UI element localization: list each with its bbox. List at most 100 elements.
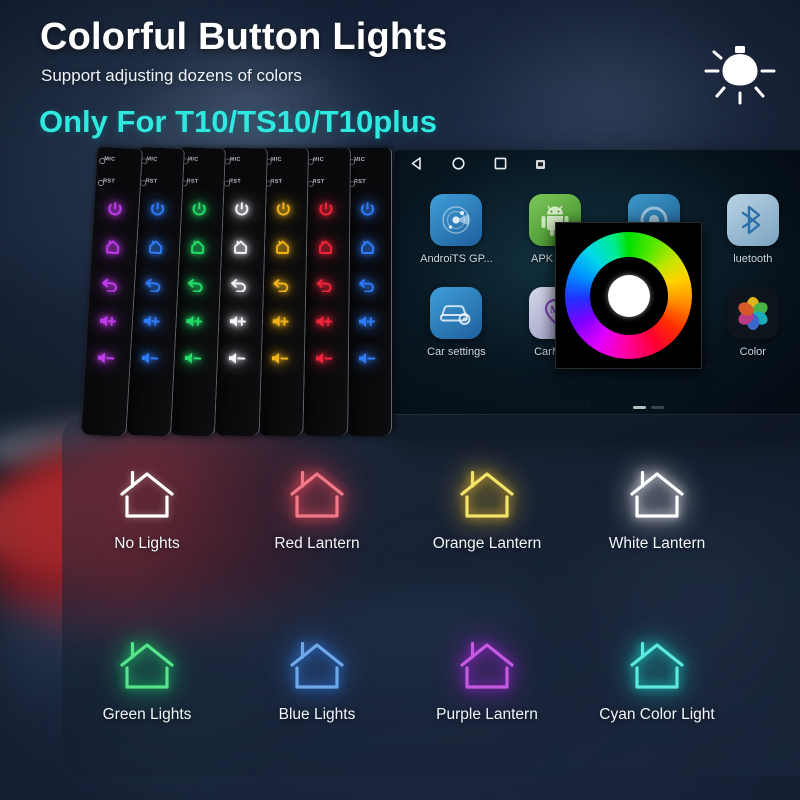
mic-label: MIC <box>104 156 116 163</box>
house-lantern-icon <box>627 460 687 522</box>
lantern-label: Orange Lantern <box>432 535 542 552</box>
app-label: luetooth <box>733 253 773 265</box>
lantern-row-1: No Lights Red Lantern Orange Lantern White … <box>62 460 742 553</box>
lantern-label: No Lights <box>114 535 180 552</box>
lantern-option[interactable]: Cyan Color Light <box>572 631 742 724</box>
light-bulb-icon <box>700 38 780 112</box>
reset-label: RST <box>144 178 157 185</box>
app-label: Color <box>739 346 766 358</box>
color-wheel-ring[interactable] <box>565 232 692 359</box>
reset-label: RST <box>270 178 283 185</box>
bluetooth-icon <box>726 194 779 246</box>
house-lantern-icon <box>287 631 347 693</box>
volume-down-icon[interactable] <box>356 347 378 369</box>
lantern-option[interactable]: Purple Lantern <box>402 631 572 724</box>
app-tile[interactable]: Car settings <box>407 287 506 358</box>
android-head-unit-screen: AndroiTS GP... APK luetooth Car settings… <box>395 150 800 440</box>
reset-label: RST <box>186 178 199 185</box>
screenshot-icon[interactable] <box>535 157 546 175</box>
power-icon[interactable] <box>272 198 294 220</box>
recents-square-icon[interactable] <box>493 156 508 176</box>
home-icon[interactable] <box>271 236 293 258</box>
color-flower-icon <box>726 287 779 339</box>
home-icon[interactable] <box>186 235 209 258</box>
volume-down-icon[interactable] <box>312 347 334 369</box>
house-lantern-icon <box>457 631 517 693</box>
android-status-bar <box>395 150 800 182</box>
home-icon[interactable] <box>101 235 124 258</box>
back-icon[interactable] <box>184 272 207 295</box>
model-compatibility-text: Only For T10/TS10/T10plus <box>39 104 437 139</box>
volume-up-icon[interactable] <box>226 310 249 333</box>
house-lantern-icon <box>117 631 177 693</box>
volume-down-icon[interactable] <box>138 346 161 369</box>
home-icon[interactable] <box>313 236 335 258</box>
volume-down-icon[interactable] <box>94 346 117 369</box>
button-bezel-blue-6[interactable]: MIC RST <box>346 148 392 436</box>
reset-label: RST <box>312 178 325 185</box>
back-icon[interactable] <box>356 273 378 295</box>
mic-label: MIC <box>312 156 324 163</box>
lantern-row-2: Green Lights Blue Lights Purple Lantern Cya… <box>62 631 742 724</box>
head-unit-assembly: AndroiTS GP... APK luetooth Car settings… <box>80 146 800 448</box>
volume-down-icon[interactable] <box>182 346 205 369</box>
lantern-label: White Lantern <box>608 535 706 552</box>
home-icon[interactable] <box>356 236 378 258</box>
lantern-option[interactable]: Red Lantern <box>232 460 402 553</box>
gps-radar-icon <box>430 194 483 246</box>
house-lantern-icon <box>117 460 177 522</box>
power-icon[interactable] <box>187 197 210 220</box>
home-icon[interactable] <box>143 235 166 258</box>
back-icon[interactable] <box>313 273 335 295</box>
app-tile[interactable]: luetooth <box>703 194 800 265</box>
page-indicator <box>395 406 800 409</box>
product-promo-image: Colorful Button Lights Support adjusting… <box>0 0 800 800</box>
volume-up-icon[interactable] <box>96 309 119 332</box>
car-settings-icon <box>430 287 483 339</box>
power-icon[interactable] <box>103 197 126 220</box>
home-circle-icon[interactable] <box>451 156 466 176</box>
color-wheel-picker[interactable] <box>555 222 702 369</box>
reset-label: RST <box>354 179 366 185</box>
power-icon[interactable] <box>314 198 336 220</box>
app-tile[interactable]: AndroiTS GP... <box>407 194 506 265</box>
back-icon[interactable] <box>99 272 122 295</box>
lantern-option[interactable]: Orange Lantern <box>402 460 572 553</box>
back-icon[interactable] <box>270 273 292 295</box>
lantern-option[interactable]: Green Lights <box>62 631 232 724</box>
app-tile[interactable]: Color <box>703 287 800 358</box>
volume-up-icon[interactable] <box>183 309 206 332</box>
page-title: Colorful Button Lights <box>40 16 448 58</box>
power-icon[interactable] <box>145 197 168 220</box>
mic-label: MIC <box>145 156 158 163</box>
color-wheel-center-swatch[interactable] <box>607 274 650 317</box>
lantern-label: Green Lights <box>102 706 192 723</box>
button-bezel-stack: MIC RST MIC RST MIC RST MIC RST MIC RST MIC RST MIC R… <box>80 146 415 448</box>
volume-up-icon[interactable] <box>313 310 335 332</box>
button-bezel-red-5[interactable]: MIC RST <box>301 147 351 437</box>
volume-up-icon[interactable] <box>269 310 291 332</box>
back-icon[interactable] <box>227 273 250 296</box>
mic-label: MIC <box>187 156 199 163</box>
power-icon[interactable] <box>229 198 252 221</box>
page-dot-active[interactable] <box>632 406 646 409</box>
lantern-option[interactable]: Blue Lights <box>232 631 402 724</box>
mic-label: MIC <box>354 157 365 163</box>
lantern-label: Purple Lantern <box>436 706 538 723</box>
power-icon[interactable] <box>356 198 378 220</box>
lantern-option[interactable]: White Lantern <box>572 460 742 553</box>
back-icon[interactable] <box>141 272 164 295</box>
home-icon[interactable] <box>228 236 251 259</box>
volume-up-icon[interactable] <box>140 309 163 332</box>
reset-label: RST <box>102 178 116 185</box>
volume-up-icon[interactable] <box>356 310 378 332</box>
volume-down-icon[interactable] <box>225 347 248 370</box>
header: Colorful Button Lights Support adjusting… <box>0 0 800 150</box>
navigation-buttons <box>409 156 546 176</box>
lantern-option[interactable]: No Lights <box>62 460 232 553</box>
reset-label: RST <box>228 178 241 185</box>
volume-down-icon[interactable] <box>269 347 291 369</box>
page-dot[interactable] <box>650 406 664 409</box>
lantern-grid: No Lights Red Lantern Orange Lantern White … <box>62 460 742 724</box>
lantern-label: Blue Lights <box>278 706 356 723</box>
